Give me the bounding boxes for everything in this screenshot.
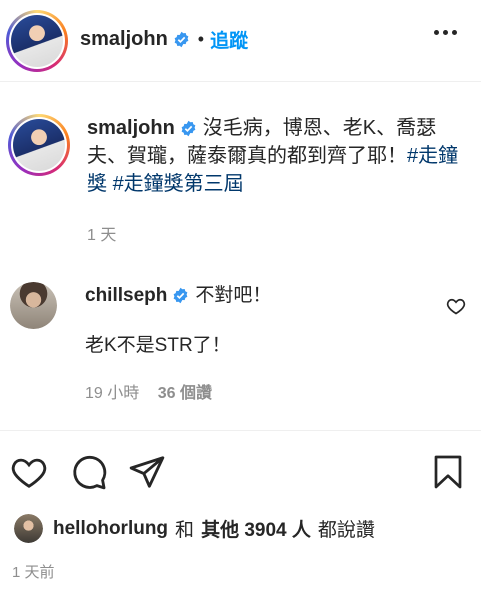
action-bar	[0, 430, 481, 511]
verified-badge-icon	[173, 288, 188, 304]
comment-heart-icon[interactable]	[446, 296, 466, 316]
caption-body: smaljohn 沒毛病，博恩、老K、喬瑟夫、賀瓏，薩泰爾真的都到齊了耶！#走鐘…	[87, 114, 467, 250]
comment-time: 19 小時	[85, 385, 140, 402]
likes-suffix: 都說讚	[317, 520, 375, 541]
liker-username[interactable]: hellohorlung	[53, 518, 168, 540]
comment-icon[interactable]	[70, 453, 108, 491]
hashtag-link[interactable]: #走鐘獎第三屆	[113, 173, 244, 195]
heart-icon[interactable]	[10, 453, 48, 491]
likes-summary: hellohorlung 和 其他 3904 人 都說讚	[14, 514, 375, 543]
separator-dot: •	[197, 29, 205, 49]
caption-time: 1 天	[87, 227, 117, 244]
caption-username[interactable]: smaljohn	[87, 117, 175, 139]
header-avatar[interactable]	[6, 10, 68, 72]
caption-avatar[interactable]	[8, 114, 70, 250]
post-timestamp: 1 天前	[12, 564, 55, 581]
bookmark-icon[interactable]	[430, 453, 466, 491]
comment-username[interactable]: chillseph	[85, 285, 167, 306]
comment-text-line2: 老K不是STR了！	[85, 335, 231, 356]
comment-text-line1: 不對吧！	[195, 285, 272, 306]
verified-badge-icon	[181, 120, 196, 137]
comment-item: chillseph 不對吧！ 老K不是STR了！ 19 小時 36 個讚	[10, 282, 470, 408]
comment-body: chillseph 不對吧！ 老K不是STR了！ 19 小時 36 個讚	[85, 282, 425, 408]
header-username[interactable]: smaljohn	[80, 28, 168, 51]
post-header: smaljohn • 追蹤	[0, 0, 481, 82]
likes-and: 和	[175, 520, 195, 541]
verified-badge-icon	[174, 31, 189, 48]
follow-button[interactable]: 追蹤	[210, 26, 248, 53]
liker-avatar[interactable]	[14, 514, 43, 543]
share-icon[interactable]	[128, 453, 166, 491]
comment-likes[interactable]: 36 個讚	[158, 385, 212, 402]
more-options-icon[interactable]	[434, 30, 457, 35]
likes-others[interactable]: 其他 3904 人	[201, 515, 311, 542]
comment-avatar[interactable]	[10, 282, 57, 329]
post-caption: smaljohn 沒毛病，博恩、老K、喬瑟夫、賀瓏，薩泰爾真的都到齊了耶！#走鐘…	[8, 114, 468, 250]
